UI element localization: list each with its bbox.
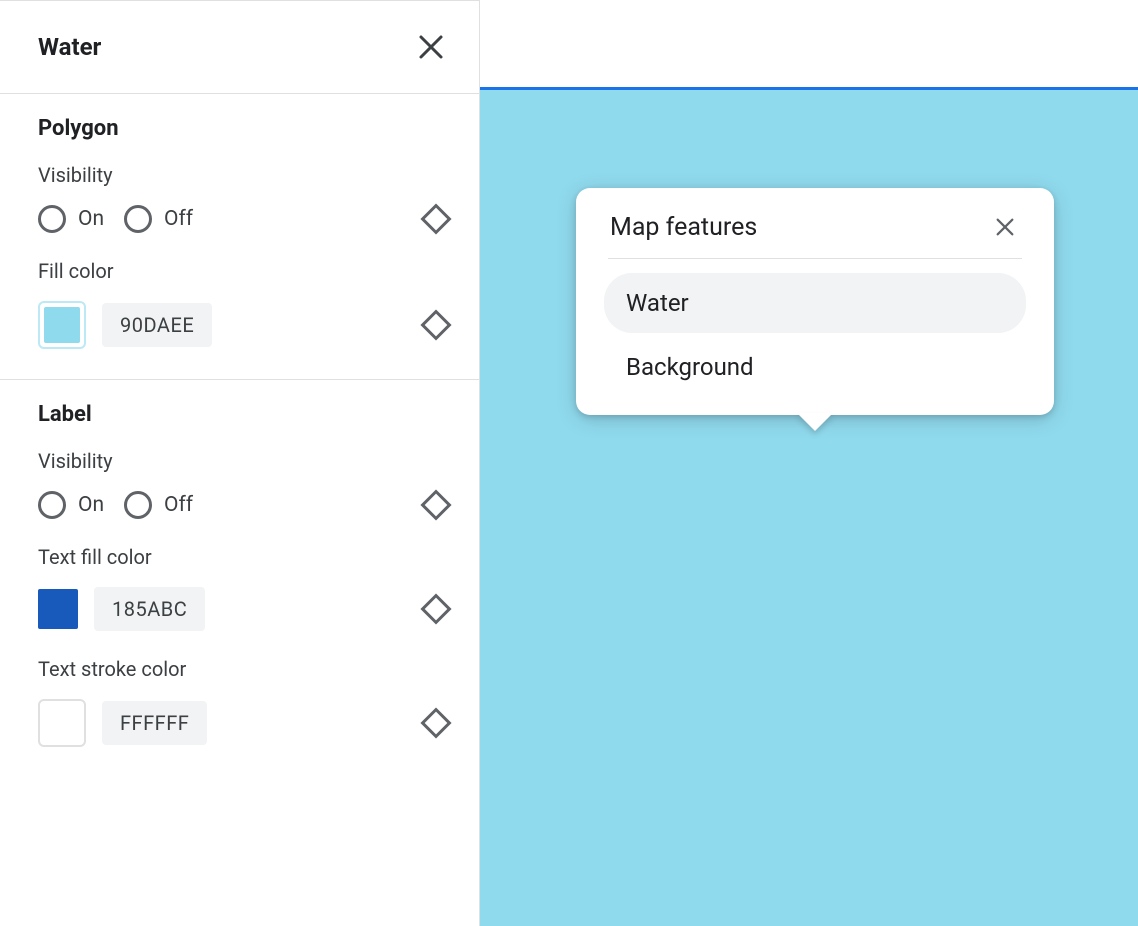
label-section: Label Visibility On Off Text fill color: [0, 380, 479, 777]
label-visibility-group: On Off: [38, 491, 193, 519]
radio-label: Off: [164, 207, 193, 231]
map-preview: Map features Water Background: [480, 0, 1138, 926]
radio-icon: [124, 205, 152, 233]
popup-item-water[interactable]: Water: [604, 273, 1026, 333]
text-fill-label: Text fill color: [38, 545, 451, 569]
close-icon[interactable]: [988, 210, 1022, 244]
diamond-icon[interactable]: [420, 489, 451, 520]
radio-icon: [38, 205, 66, 233]
sidebar-header: Water: [0, 1, 479, 94]
label-visibility-on-radio[interactable]: On: [38, 491, 104, 519]
map-topbar: [480, 0, 1138, 90]
color-swatch-icon: [44, 705, 80, 741]
text-stroke-swatch[interactable]: [38, 699, 86, 747]
diamond-icon[interactable]: [420, 593, 451, 624]
polygon-visibility-off-radio[interactable]: Off: [124, 205, 193, 233]
text-stroke-label: Text stroke color: [38, 657, 451, 681]
polygon-fill-hex[interactable]: 90DAEE: [102, 303, 212, 347]
style-sidebar: Water Polygon Visibility On Off: [0, 0, 480, 926]
map-features-popup: Map features Water Background: [576, 188, 1054, 415]
radio-label: On: [78, 493, 104, 517]
radio-icon: [124, 491, 152, 519]
polygon-visibility-on-radio[interactable]: On: [38, 205, 104, 233]
polygon-heading: Polygon: [38, 116, 451, 141]
label-visibility-off-radio[interactable]: Off: [124, 491, 193, 519]
color-swatch-icon: [44, 307, 80, 343]
polygon-visibility-label: Visibility: [38, 163, 451, 187]
polygon-fill-label: Fill color: [38, 259, 451, 283]
sidebar-title: Water: [38, 33, 101, 61]
diamond-icon[interactable]: [420, 707, 451, 738]
popup-item-background[interactable]: Background: [604, 337, 1026, 397]
text-stroke-hex[interactable]: FFFFFF: [102, 701, 207, 745]
color-swatch-icon: [38, 589, 78, 629]
popup-title: Map features: [610, 213, 757, 242]
label-heading: Label: [38, 402, 451, 427]
close-icon[interactable]: [411, 27, 451, 67]
radio-icon: [38, 491, 66, 519]
text-fill-swatch[interactable]: [38, 589, 78, 629]
text-fill-hex[interactable]: 185ABC: [94, 587, 205, 631]
polygon-visibility-group: On Off: [38, 205, 193, 233]
radio-label: On: [78, 207, 104, 231]
divider: [608, 258, 1022, 259]
polygon-fill-swatch[interactable]: [38, 301, 86, 349]
diamond-icon[interactable]: [420, 203, 451, 234]
diamond-icon[interactable]: [420, 309, 451, 340]
map-canvas[interactable]: Map features Water Background: [480, 90, 1138, 926]
radio-label: Off: [164, 493, 193, 517]
polygon-section: Polygon Visibility On Off Fill color: [0, 94, 479, 380]
popup-tail-icon: [797, 413, 833, 431]
label-visibility-label: Visibility: [38, 449, 451, 473]
